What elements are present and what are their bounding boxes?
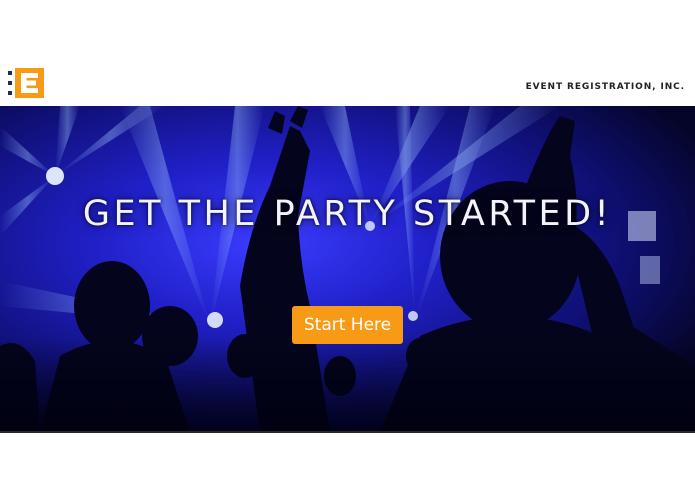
concert-crowd-background (0, 106, 695, 432)
start-here-button[interactable]: Start Here (292, 306, 403, 344)
company-name[interactable]: EVENT REGISTRATION, INC. (526, 82, 685, 92)
divider (0, 431, 695, 433)
site-header: EVENT REGISTRATION, INC. (0, 58, 695, 106)
hero-title: GET THE PARTY STARTED! (82, 194, 613, 234)
page: EVENT REGISTRATION, INC. GET THE PARTY S… (0, 0, 695, 494)
event-e-logo-icon[interactable] (8, 68, 44, 98)
hero-banner: GET THE PARTY STARTED! Start Here (0, 106, 695, 432)
